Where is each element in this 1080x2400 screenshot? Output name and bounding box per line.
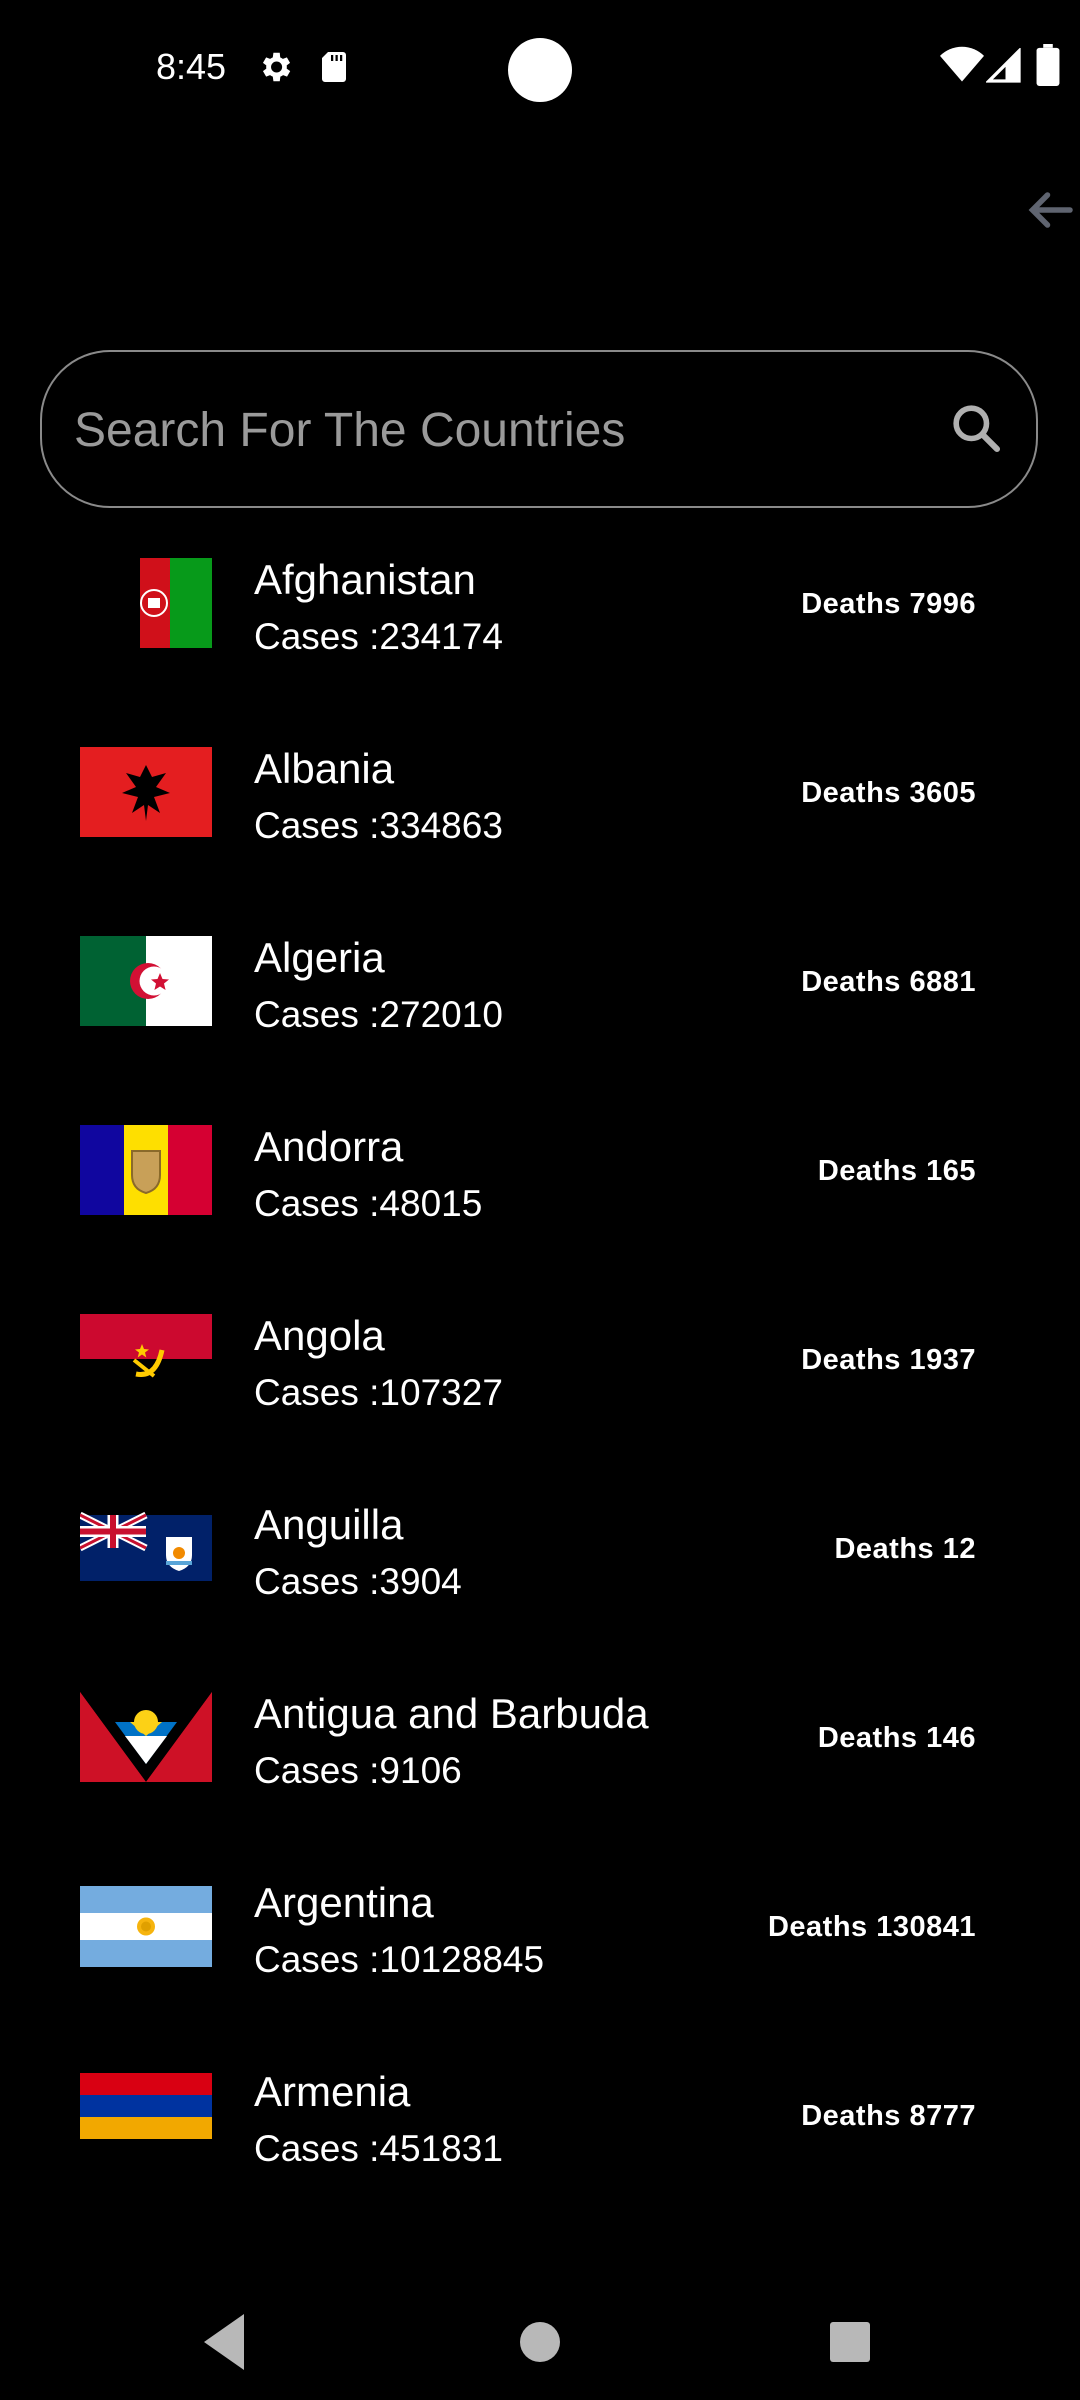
system-nav-bar [0,2280,1080,2400]
country-cases: Cases :334863 [254,805,503,846]
nav-home-icon[interactable] [500,2302,580,2382]
country-name: Afghanistan [254,556,476,603]
albania-flag-icon [80,747,212,837]
country-name: Algeria [254,934,385,981]
country-row[interactable]: Afghanistan Cases :234174 Deaths 7996 [0,536,1080,725]
country-name: Andorra [254,1123,404,1170]
country-row[interactable]: Argentina Cases :10128845 Deaths 130841 [0,1859,1080,2048]
country-row[interactable]: Angola Cases :107327 Deaths 1937 [0,1292,1080,1481]
country-deaths: Deaths 6881 [801,966,976,998]
country-row[interactable]: Albania Cases :334863 Deaths 3605 [0,725,1080,914]
anguilla-flag-icon [80,1503,212,1593]
search-icon[interactable] [948,400,1004,456]
search-input[interactable] [72,352,956,508]
armenia-flag-icon [80,2070,212,2160]
country-name: Anguilla [254,1501,404,1548]
country-row[interactable]: Armenia Cases :451831 Deaths 8777 [0,2048,1080,2237]
argentina-flag-icon [80,1881,212,1971]
nav-recents-icon[interactable] [810,2302,890,2382]
country-name: Armenia [254,2068,411,2115]
status-time: 8:45 [156,46,227,87]
country-cases: Cases :107327 [254,1372,503,1413]
angola-flag-icon [80,1314,212,1404]
country-cases: Cases :234174 [254,616,503,657]
country-row[interactable]: Anguilla Cases :3904 Deaths 12 [0,1481,1080,1670]
country-deaths: Deaths 7996 [801,588,976,620]
country-name: Argentina [254,1879,434,1926]
signal-icon [986,48,1021,83]
wifi-icon [940,46,984,82]
nav-back-icon[interactable] [186,2302,266,2382]
country-deaths: Deaths 8777 [801,2100,976,2132]
country-deaths: Deaths 1937 [801,1344,976,1376]
country-cases: Cases :10128845 [254,1939,545,1980]
country-row[interactable]: Antigua and Barbuda Cases :9106 Deaths 1… [0,1670,1080,1859]
antigua-and-barbuda-flag-icon [80,1692,212,1782]
country-cases: Cases :9106 [254,1750,462,1791]
battery-icon [1036,44,1060,86]
camera-cutout [508,38,572,102]
country-deaths: Deaths 12 [834,1533,976,1565]
status-bar: 8:45 [0,0,1080,140]
algeria-flag-icon [80,936,212,1026]
country-cases: Cases :3904 [254,1561,462,1602]
afghanistan-flag-icon [124,558,212,648]
gear-icon [262,52,291,82]
country-name: Antigua and Barbuda [254,1690,649,1737]
andorra-flag-icon [80,1125,212,1215]
search-bar[interactable] [40,350,1038,508]
country-deaths: Deaths 165 [817,1155,976,1187]
country-cases: Cases :451831 [254,2128,503,2169]
country-cases: Cases :272010 [254,994,503,1035]
country-row[interactable]: Andorra Cases :48015 Deaths 165 [0,1103,1080,1292]
country-row[interactable]: Algeria Cases :272010 Deaths 6881 [0,914,1080,1103]
country-deaths: Deaths 3605 [801,777,976,809]
country-name: Angola [254,1312,385,1359]
arrow-back-icon[interactable] [1020,180,1080,240]
sd-card-icon [322,52,346,82]
country-name: Albania [254,745,395,792]
country-cases: Cases :48015 [254,1183,483,1224]
country-deaths: Deaths 146 [817,1722,976,1754]
country-deaths: Deaths 130841 [767,1911,976,1943]
